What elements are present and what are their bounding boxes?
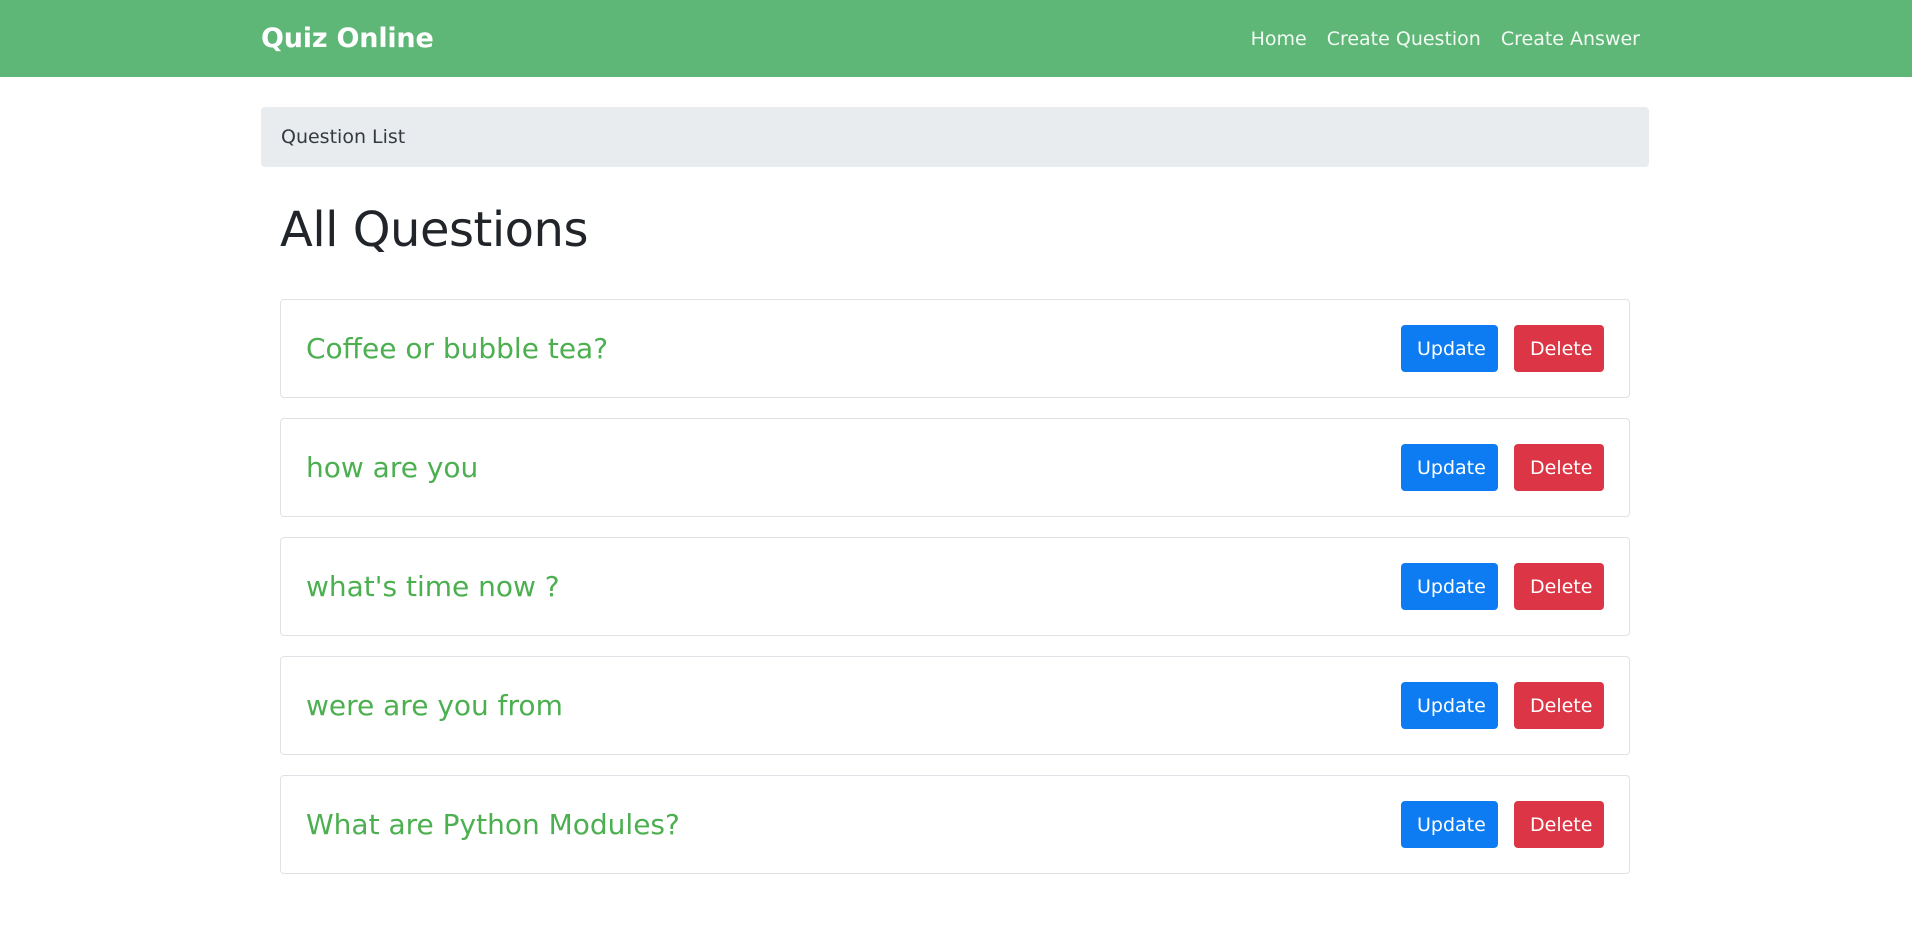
breadcrumb-item-question-list: Question List xyxy=(281,126,406,148)
question-actions: Update Delete xyxy=(1401,444,1604,491)
question-actions: Update Delete xyxy=(1401,682,1604,729)
question-text: Coffee or bubble tea? xyxy=(306,332,609,365)
question-text: were are you from xyxy=(306,689,563,722)
main-container: Question List All Questions Coffee or bu… xyxy=(261,107,1649,894)
delete-button[interactable]: Delete xyxy=(1514,563,1604,610)
question-text: What are Python Modules? xyxy=(306,808,680,841)
question-card: how are you Update Delete xyxy=(280,418,1630,517)
update-button[interactable]: Update xyxy=(1401,444,1498,491)
nav-link-create-question[interactable]: Create Question xyxy=(1327,28,1481,50)
update-button[interactable]: Update xyxy=(1401,563,1498,610)
delete-button[interactable]: Delete xyxy=(1514,444,1604,491)
question-card: Coffee or bubble tea? Update Delete xyxy=(280,299,1630,398)
brand-link[interactable]: Quiz Online xyxy=(261,0,434,77)
question-card: what's time now ? Update Delete xyxy=(280,537,1630,636)
delete-button[interactable]: Delete xyxy=(1514,325,1604,372)
question-list: Coffee or bubble tea? Update Delete how … xyxy=(280,299,1630,874)
question-text: how are you xyxy=(306,451,479,484)
question-actions: Update Delete xyxy=(1401,563,1604,610)
question-card: were are you from Update Delete xyxy=(280,656,1630,755)
top-navbar: Quiz Online Home Create Question Create … xyxy=(0,0,1912,77)
update-button[interactable]: Update xyxy=(1401,801,1498,848)
page-title: All Questions xyxy=(280,202,588,258)
delete-button[interactable]: Delete xyxy=(1514,801,1604,848)
update-button[interactable]: Update xyxy=(1401,325,1498,372)
update-button[interactable]: Update xyxy=(1401,682,1498,729)
breadcrumb: Question List xyxy=(261,107,1649,167)
delete-button[interactable]: Delete xyxy=(1514,682,1604,729)
question-text: what's time now ? xyxy=(306,570,560,603)
nav-link-create-answer[interactable]: Create Answer xyxy=(1501,28,1640,50)
nav-links: Home Create Question Create Answer xyxy=(1251,0,1640,77)
question-card: What are Python Modules? Update Delete xyxy=(280,775,1630,874)
nav-link-home[interactable]: Home xyxy=(1251,28,1307,50)
question-actions: Update Delete xyxy=(1401,801,1604,848)
question-actions: Update Delete xyxy=(1401,325,1604,372)
